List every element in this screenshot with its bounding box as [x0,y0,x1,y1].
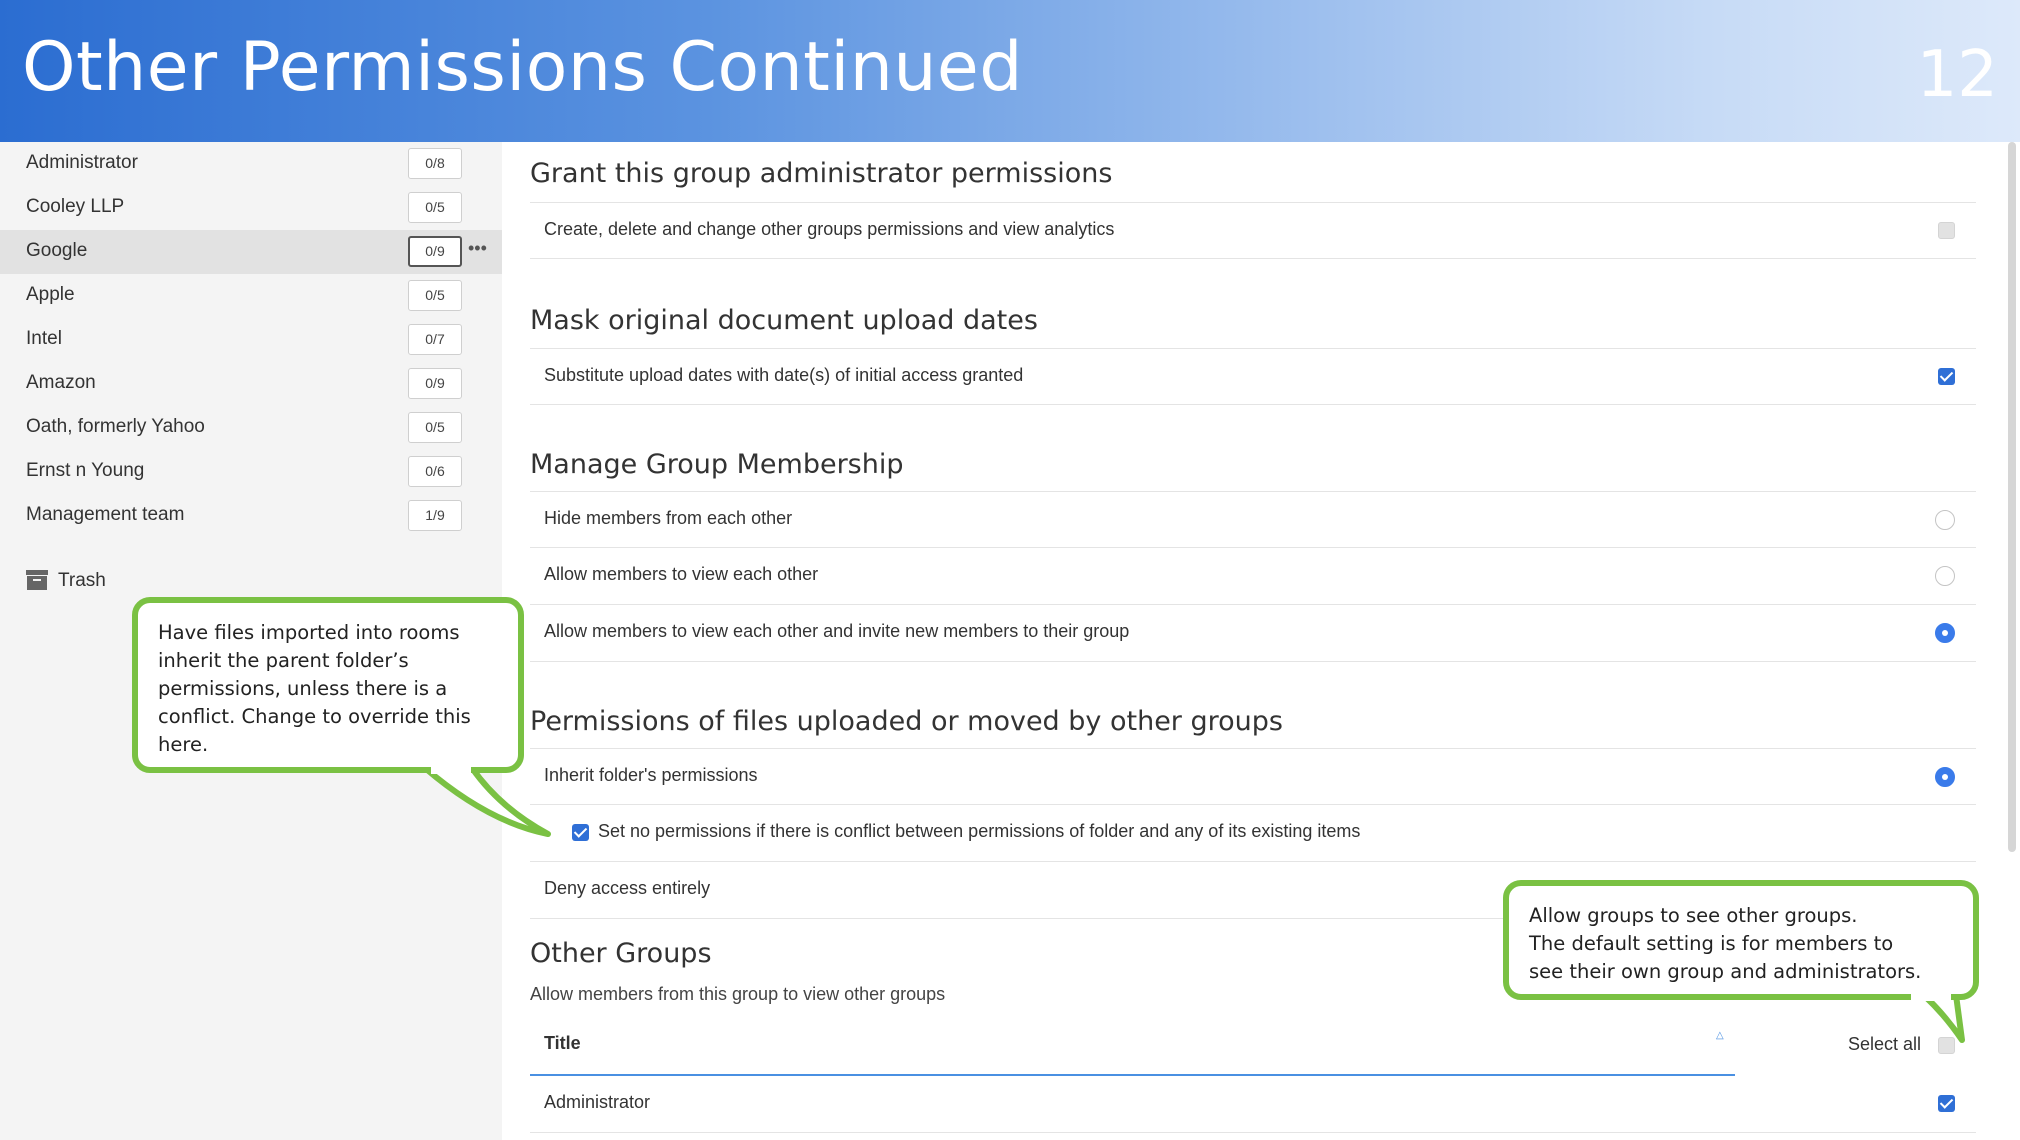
right-callout-line: The default setting is for members to [1529,932,1894,955]
left-callout: Have files imported into rooms inherit t… [132,597,524,773]
left-callout-seam [431,764,471,774]
right-callout-line: see their own group and administrators. [1529,960,1922,983]
right-callout-text: Allow groups to see other groups. The de… [1529,902,1969,986]
right-callout: Allow groups to see other groups. The de… [1503,880,1979,1000]
right-callout-seam [1911,991,1951,1001]
right-callout-line: Allow groups to see other groups. [1529,904,1858,927]
left-callout-text: Have files imported into rooms inherit t… [158,621,471,756]
